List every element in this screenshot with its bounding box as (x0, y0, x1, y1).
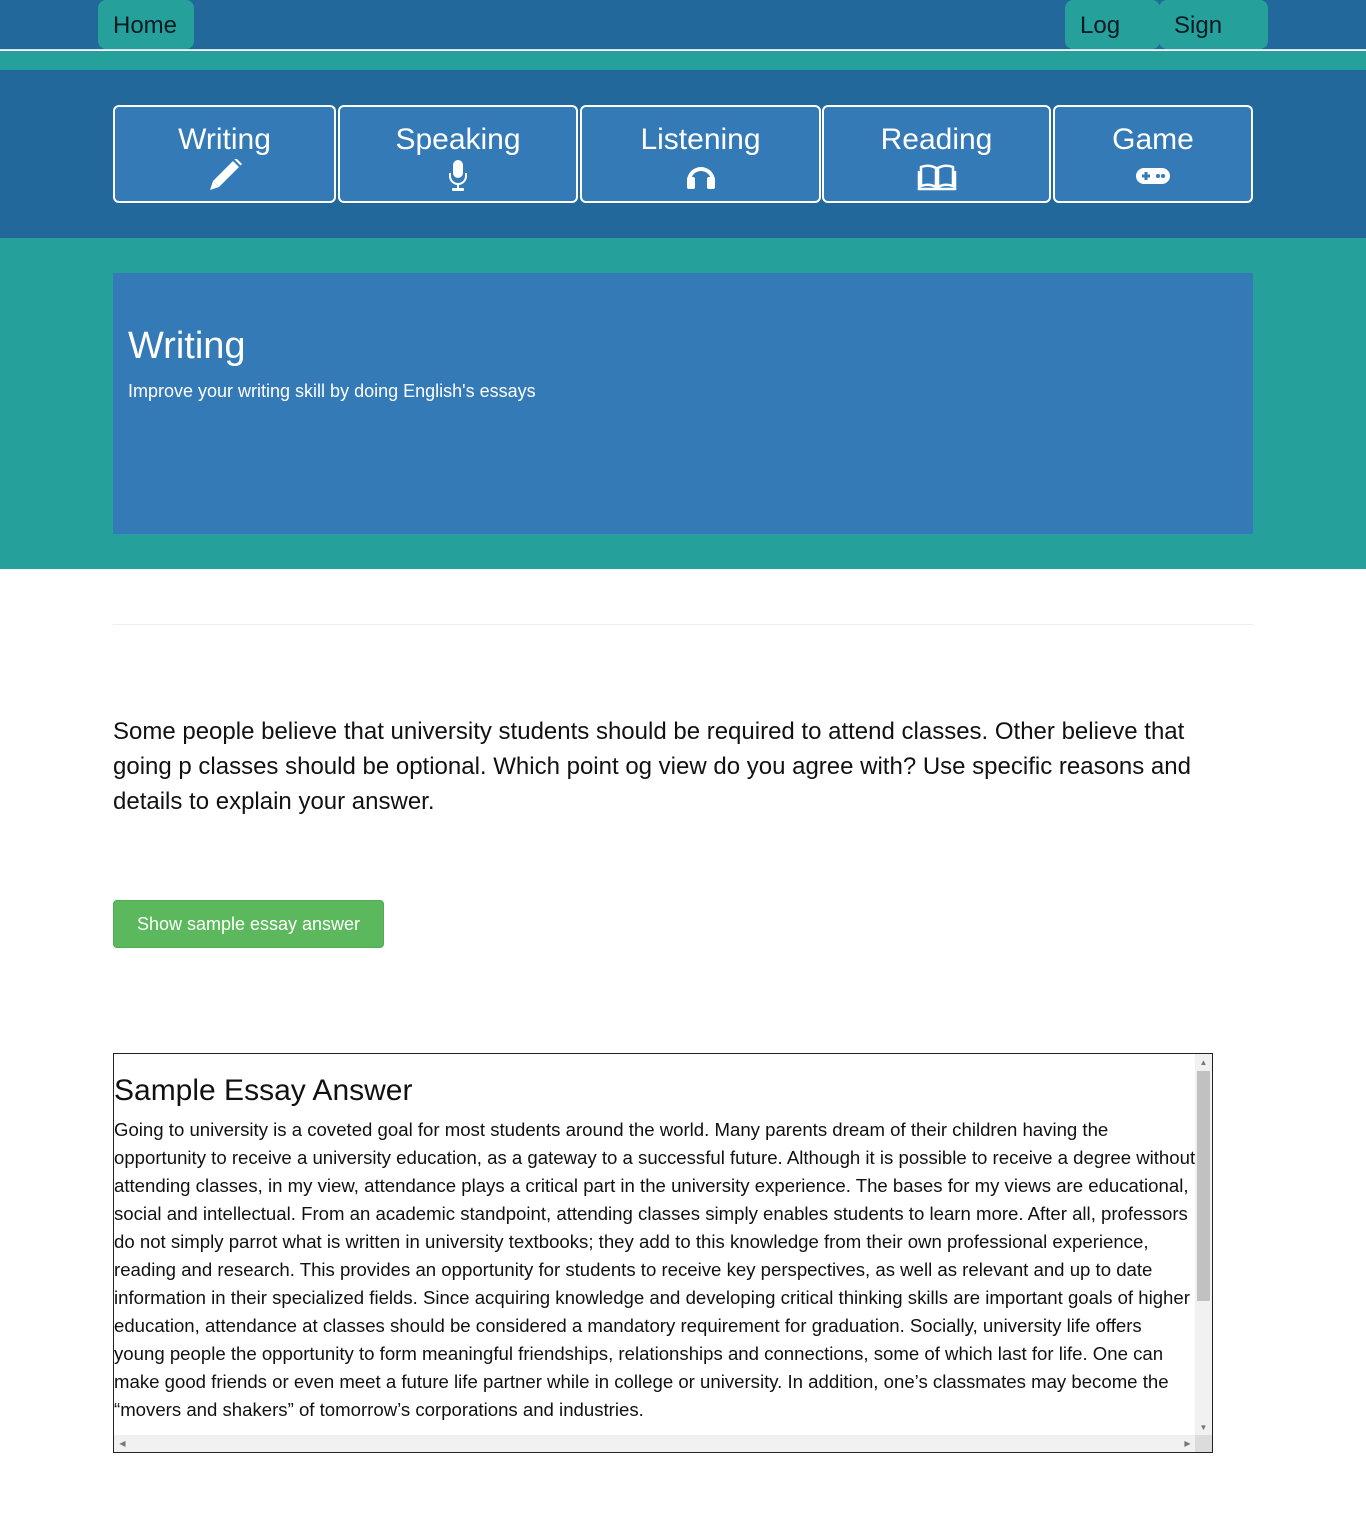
show-sample-essay-button[interactable]: Show sample essay answer (113, 900, 384, 948)
skills-section: Writing Speaking Listening Reading Game (0, 70, 1366, 238)
tile-game[interactable]: Game (1053, 105, 1253, 203)
tile-label: Reading (880, 123, 993, 156)
divider (113, 624, 1253, 625)
essay-prompt: Some people believe that university stud… (113, 718, 1191, 815)
essay-title: Sample Essay Answer (114, 1074, 413, 1107)
scroll-right-arrow-icon[interactable]: ▶ (1179, 1435, 1196, 1452)
scroll-left-arrow-icon[interactable]: ◀ (114, 1435, 131, 1452)
vertical-scrollbar[interactable]: ▲ ▼ (1195, 1054, 1212, 1436)
horizontal-scrollbar[interactable]: ◀ ▶ (114, 1435, 1196, 1452)
home-link[interactable]: Home (98, 0, 194, 49)
essay-content: Sample Essay Answer Going to university … (114, 1054, 1196, 1436)
login-link[interactable]: Log in (1065, 0, 1160, 91)
tile-reading[interactable]: Reading (822, 105, 1051, 203)
headphones-icon (681, 159, 721, 193)
tile-label: Writing (178, 123, 271, 156)
signup-link[interactable]: Sign up (1159, 0, 1268, 91)
sample-essay-panel[interactable]: Sample Essay Answer Going to university … (113, 1053, 1213, 1453)
tile-label: Speaking (395, 123, 521, 156)
microphone-icon (438, 159, 478, 193)
page-subtitle: Improve your writing skill by doing Engl… (128, 381, 536, 401)
essay-body: Going to university is a coveted goal fo… (114, 1119, 1196, 1420)
scroll-down-arrow-icon[interactable]: ▼ (1195, 1419, 1212, 1436)
hero-jumbotron: Writing Improve your writing skill by do… (113, 273, 1253, 534)
scrollbar-corner (1195, 1435, 1212, 1452)
pencil-icon (205, 158, 245, 193)
scroll-up-arrow-icon[interactable]: ▲ (1195, 1054, 1212, 1071)
page-title: Writing (128, 325, 246, 367)
scrollbar-thumb[interactable] (1197, 1071, 1210, 1301)
tile-label: Listening (640, 123, 761, 156)
top-navbar: Home Log in Sign up (0, 0, 1366, 91)
gamepad-icon (1133, 159, 1173, 193)
navbar-accent-strip (0, 51, 1366, 70)
tile-writing[interactable]: Writing (113, 105, 336, 203)
tile-speaking[interactable]: Speaking (338, 105, 578, 203)
tile-label: Game (1112, 123, 1194, 156)
hero-section: Writing Improve your writing skill by do… (0, 238, 1366, 569)
tile-listening[interactable]: Listening (580, 105, 821, 203)
book-icon (917, 159, 957, 193)
